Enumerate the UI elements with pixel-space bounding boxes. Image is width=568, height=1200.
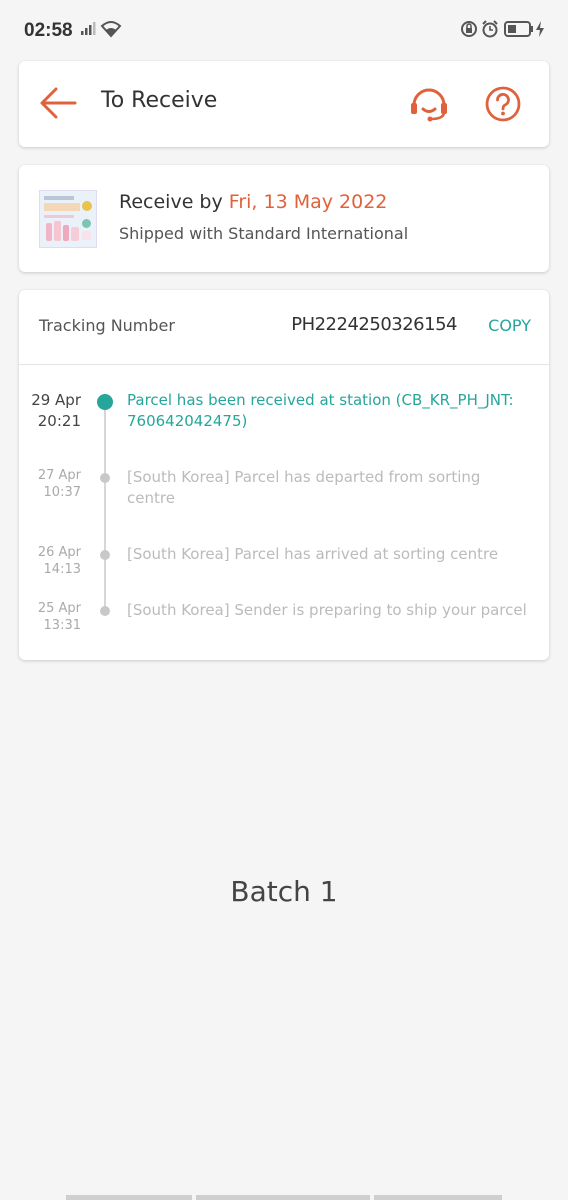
event-date: 26 Apr 14:13 bbox=[19, 544, 81, 578]
alarm-icon bbox=[481, 20, 499, 42]
event-text: Parcel has been received at station (CB_… bbox=[127, 391, 514, 430]
event-date: 29 Apr 20:21 bbox=[19, 390, 81, 432]
event-day: 26 Apr bbox=[37, 545, 81, 560]
event-date: 25 Apr 13:31 bbox=[19, 600, 81, 634]
event-text: [South Korea] Parcel has departed from s… bbox=[127, 468, 481, 507]
event-time: 10:37 bbox=[43, 485, 81, 500]
receive-by-line: Receive by Fri, 13 May 2022 bbox=[119, 191, 387, 213]
event-time: 13:31 bbox=[43, 618, 81, 633]
wifi-icon bbox=[100, 20, 122, 42]
copy-button[interactable]: COPY bbox=[488, 316, 531, 335]
timeline-line bbox=[104, 400, 106, 612]
status-bar: 02:58 bbox=[0, 0, 568, 60]
timeline-dot bbox=[97, 394, 113, 410]
receive-prefix: Receive by bbox=[119, 191, 223, 213]
timeline-dot bbox=[100, 606, 110, 616]
tracking-number: PH2224250326154 bbox=[291, 314, 457, 335]
timeline-dot bbox=[100, 550, 110, 560]
event-day: 29 Apr bbox=[31, 391, 81, 409]
header-card: To Receive bbox=[19, 61, 549, 147]
question-icon[interactable] bbox=[484, 85, 522, 127]
shipment-card[interactable]: Receive by Fri, 13 May 2022 Shipped with… bbox=[19, 165, 549, 272]
page-title: To Receive bbox=[101, 88, 218, 113]
status-time: 02:58 bbox=[24, 20, 73, 41]
divider bbox=[19, 364, 549, 365]
headset-icon[interactable] bbox=[409, 85, 449, 127]
battery-icon bbox=[504, 20, 534, 42]
tracking-card: Tracking Number PH2224250326154 COPY 29 … bbox=[19, 290, 549, 660]
event-time: 14:13 bbox=[43, 562, 81, 577]
event-date: 27 Apr 10:37 bbox=[19, 467, 81, 501]
receive-date: Fri, 13 May 2022 bbox=[228, 191, 388, 213]
event-text: [South Korea] Sender is preparing to shi… bbox=[127, 601, 527, 619]
timeline-dot bbox=[100, 473, 110, 483]
event-text: [South Korea] Parcel has arrived at sort… bbox=[127, 545, 499, 563]
bottom-nav-segment bbox=[374, 1195, 502, 1200]
batch-label: Batch 1 bbox=[230, 875, 338, 908]
event-day: 27 Apr bbox=[37, 468, 81, 483]
bottom-nav-segment bbox=[66, 1195, 192, 1200]
product-thumbnail bbox=[39, 190, 97, 248]
event-day: 25 Apr bbox=[37, 601, 81, 616]
signal-icon bbox=[80, 20, 96, 40]
event-time: 20:21 bbox=[37, 412, 81, 430]
shipping-method: Shipped with Standard International bbox=[119, 224, 409, 243]
charging-icon bbox=[535, 20, 545, 42]
lock-rotation-icon bbox=[460, 20, 478, 42]
bottom-nav-segment bbox=[196, 1195, 370, 1200]
arrow-left-icon[interactable] bbox=[39, 85, 77, 125]
tracking-number-label: Tracking Number bbox=[39, 316, 175, 335]
